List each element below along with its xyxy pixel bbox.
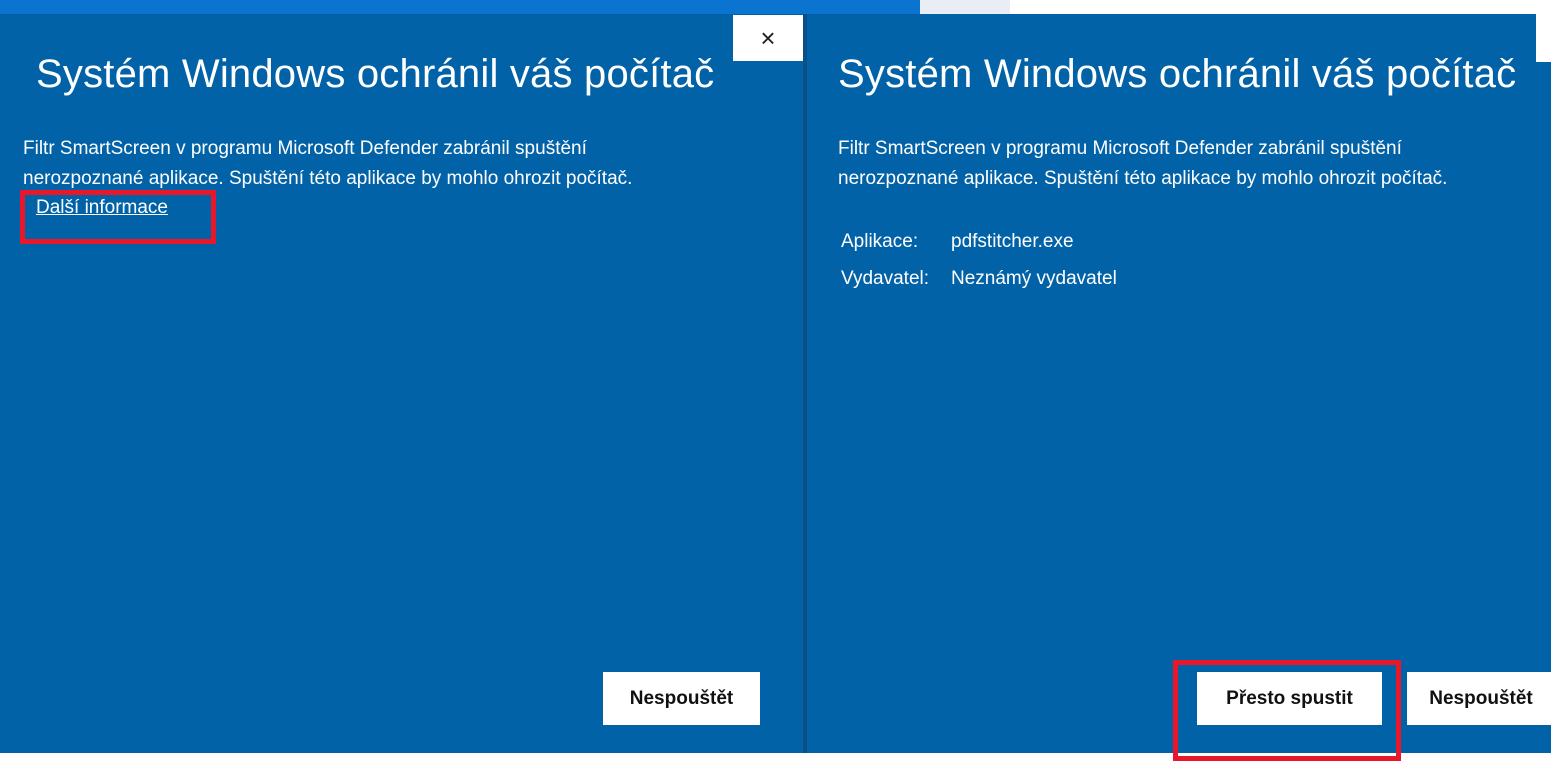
dialog-title: Systém Windows ochránil váš počítač: [36, 52, 715, 96]
description-line: nerozpoznané aplikace. Spuštění této apl…: [838, 168, 1448, 189]
background-window-edge: [1536, 14, 1551, 62]
app-info-row: Aplikace: pdfstitcher.exe: [841, 228, 1074, 256]
dialog-title: Systém Windows ochránil váš počítač: [838, 52, 1517, 96]
smartscreen-dialog-initial: Systém Windows ochránil váš počítač Filt…: [0, 14, 803, 753]
background-window-strip: [0, 0, 920, 14]
description-line: Filtr SmartScreen v programu Microsoft D…: [838, 138, 1402, 159]
publisher-info-row: Vydavatel: Neznámý vydavatel: [841, 265, 1117, 293]
description-line: Filtr SmartScreen v programu Microsoft D…: [23, 138, 587, 159]
close-button[interactable]: ×: [733, 15, 803, 61]
dialog-description: Filtr SmartScreen v programu Microsoft D…: [23, 134, 632, 194]
highlight-box: [1173, 660, 1401, 761]
publisher-name: Neznámý vydavatel: [951, 268, 1117, 289]
dont-run-button[interactable]: Nespouštět: [1407, 672, 1551, 725]
dont-run-button[interactable]: Nespouštět: [603, 672, 760, 725]
background-window-strip: [1010, 0, 1551, 15]
dialog-description: Filtr SmartScreen v programu Microsoft D…: [838, 134, 1447, 194]
app-name: pdfstitcher.exe: [951, 231, 1074, 252]
publisher-label: Vydavatel:: [841, 268, 930, 289]
background-window-strip: [920, 0, 1010, 14]
highlight-box: [20, 190, 216, 244]
close-icon: ×: [760, 23, 776, 53]
app-label: Aplikace:: [841, 231, 919, 252]
smartscreen-dialog-expanded: Systém Windows ochránil váš počítač Filt…: [807, 14, 1551, 761]
